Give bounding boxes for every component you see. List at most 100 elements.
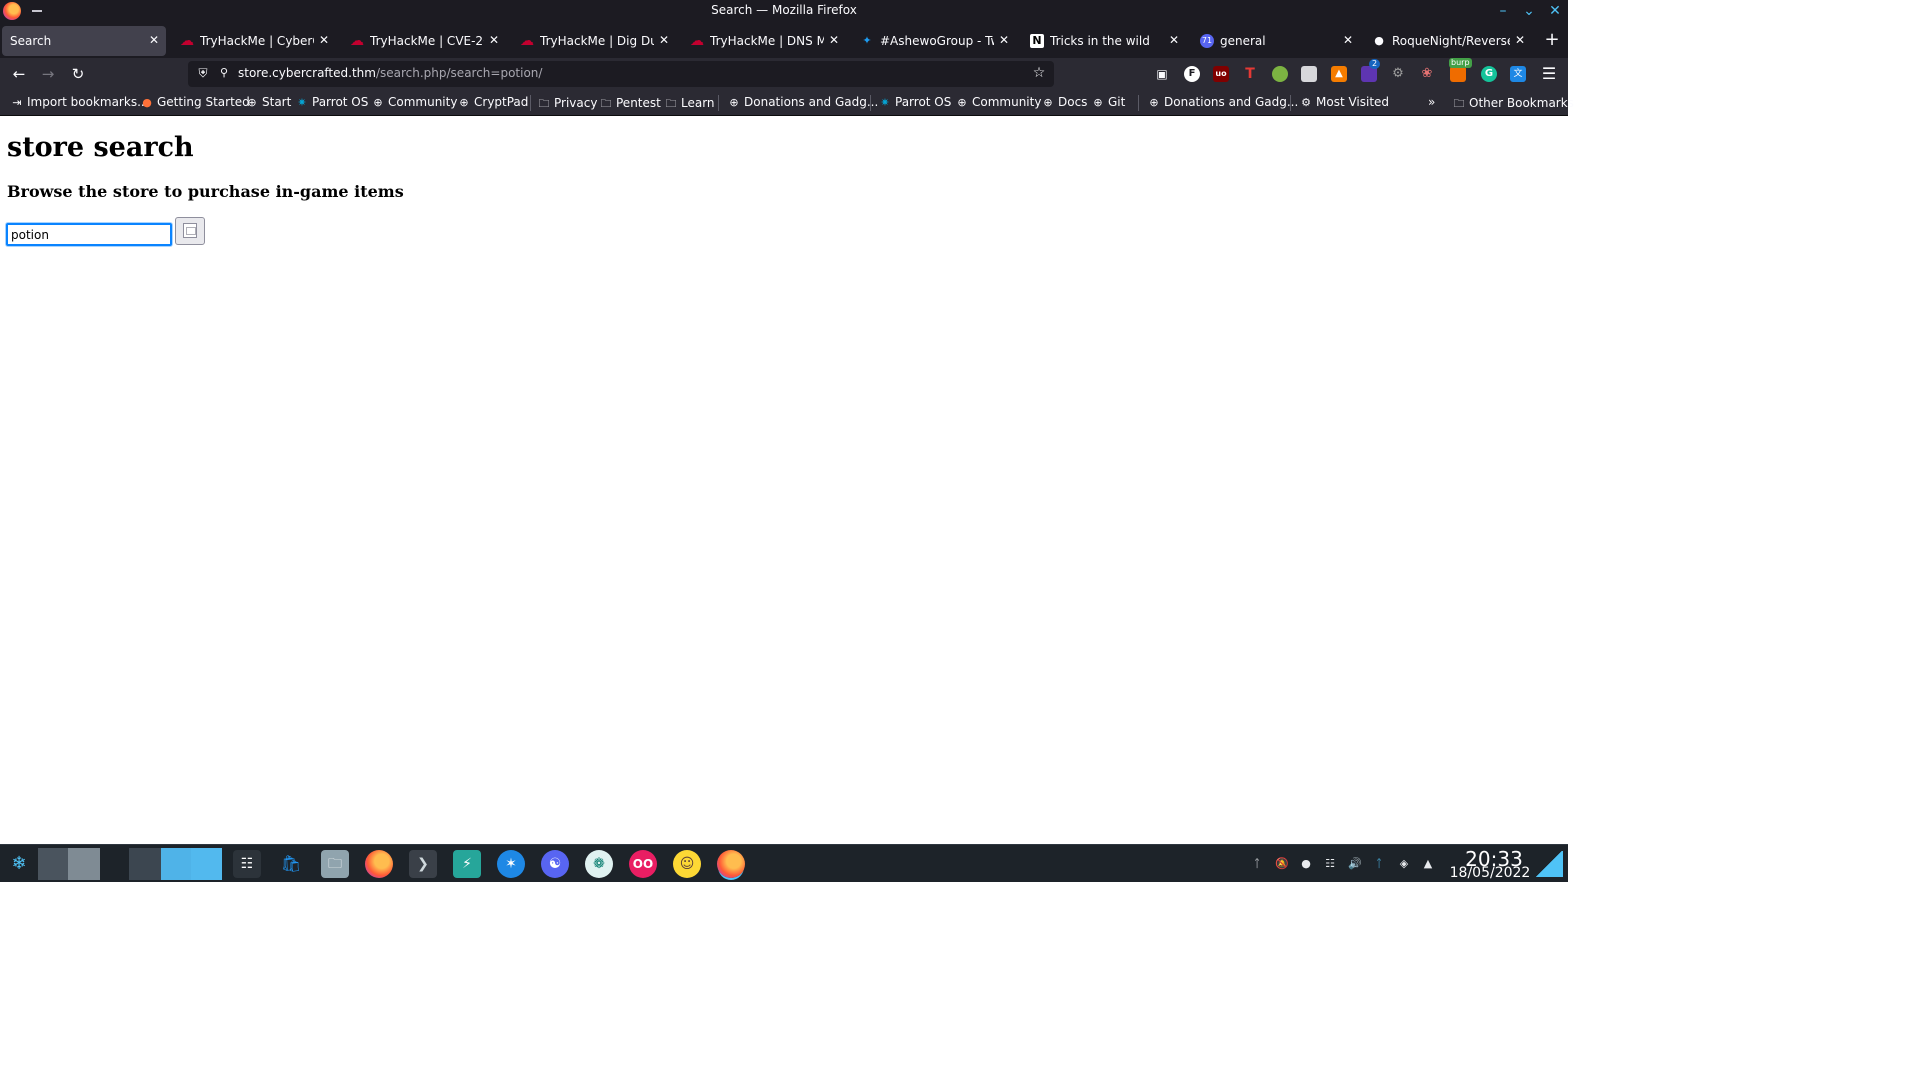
- maximize-window-icon[interactable]: ⌄: [1520, 2, 1538, 20]
- url-text[interactable]: store.cybercrafted.thm/search.php/search…: [238, 66, 542, 80]
- app-launcher-icon[interactable]: ❄: [5, 850, 33, 878]
- tab-github[interactable]: ● RoqueNight/Reverse-Sh ✕: [1364, 26, 1532, 56]
- volume-icon[interactable]: 🔊: [1347, 856, 1363, 872]
- bookmark-label: Git: [1108, 95, 1126, 109]
- software-store-icon[interactable]: 🛍: [277, 850, 305, 878]
- burp-icon[interactable]: burp: [1449, 58, 1472, 82]
- bookmark-donations-2[interactable]: ⊕ Donations and Gadg...: [1147, 95, 1298, 111]
- firefox-active-taskbar-icon[interactable]: [717, 850, 745, 878]
- bookmark-folder-learn[interactable]: 🗀 Learn: [664, 95, 715, 111]
- taskbar: ❄ ☷ 🛍 🗀 ❯ ⚡ ✶ ☯ ❁ OO ☺ ᛏ 🔕 ● ☷ 🔊 ᛏ ◈ ▲ 2…: [0, 844, 1568, 882]
- firefox-taskbar-icon[interactable]: [365, 850, 393, 878]
- desktop-3[interactable]: [129, 848, 161, 880]
- tab-twitter[interactable]: ✦ #AshewoGroup - Twitter ✕: [852, 26, 1016, 56]
- bookmark-cryptpad[interactable]: ⊕ CryptPad: [457, 95, 528, 111]
- bookmark-label: Parrot OS: [312, 95, 369, 109]
- tab-label: Tricks in the wild: [1050, 34, 1150, 48]
- tab-cve[interactable]: ☁ TryHackMe | CVE-2022-2 ✕: [342, 26, 506, 56]
- bookmark-import[interactable]: ⇥ Import bookmarks...: [10, 95, 148, 111]
- system-settings-icon[interactable]: ☷: [233, 850, 261, 878]
- bookmark-docs[interactable]: ⊕ Docs: [1041, 95, 1087, 111]
- close-tab-icon[interactable]: ✕: [996, 32, 1012, 48]
- puzzle-icon[interactable]: ⚙: [1390, 66, 1406, 82]
- url-bar[interactable]: ⛨ ⚲ store.cybercrafted.thm/search.php/se…: [188, 61, 1054, 87]
- bookmark-community-2[interactable]: ⊕ Community: [955, 95, 1041, 111]
- network-manager-icon[interactable]: ●: [1298, 856, 1314, 872]
- tab-tricks[interactable]: N Tricks in the wild ✕: [1022, 26, 1186, 56]
- media-player-icon[interactable]: OO: [629, 850, 657, 878]
- show-desktop-icon[interactable]: [1535, 851, 1563, 877]
- close-tab-icon[interactable]: ✕: [656, 32, 672, 48]
- site-info-icon[interactable]: ⚲: [218, 66, 230, 82]
- purple-extension-icon[interactable]: 2: [1361, 59, 1381, 82]
- close-window-icon[interactable]: ✕: [1546, 2, 1564, 20]
- tab-digdug[interactable]: ☁ TryHackMe | Dig Dug ✕: [512, 26, 676, 56]
- t-extension-icon[interactable]: T: [1242, 66, 1258, 82]
- discord-icon[interactable]: ☯: [541, 850, 569, 878]
- minimize-window-icon[interactable]: –: [1494, 2, 1512, 20]
- bluetooth-status-icon[interactable]: ᛏ: [1371, 856, 1387, 872]
- tab-cybercraft[interactable]: ☁ TryHackMe | CyberCraft ✕: [172, 26, 336, 56]
- desktop-4[interactable]: [161, 848, 191, 880]
- bookmark-parrot-os-2[interactable]: ✷ Parrot OS: [878, 95, 951, 111]
- bookmark-donations[interactable]: ⊕ Donations and Gadg...: [727, 95, 878, 111]
- green-dot-extension-icon[interactable]: [1272, 66, 1288, 82]
- close-tab-icon[interactable]: ✕: [1340, 32, 1356, 48]
- close-tab-icon[interactable]: ✕: [486, 32, 502, 48]
- desktop-2[interactable]: [68, 848, 100, 880]
- vpn-icon[interactable]: ❁: [585, 850, 613, 878]
- browser-icon[interactable]: ✶: [497, 850, 525, 878]
- window-title: Search — Mozilla Firefox: [711, 3, 857, 17]
- bookmark-parrot-os[interactable]: ✷ Parrot OS: [295, 95, 368, 111]
- close-tab-icon[interactable]: ✕: [316, 32, 332, 48]
- grammarly-icon[interactable]: G: [1481, 66, 1497, 82]
- paw-icon[interactable]: ❀: [1419, 66, 1435, 82]
- wifi-icon[interactable]: ◈: [1396, 856, 1412, 872]
- desktop-5[interactable]: [191, 848, 222, 880]
- emoji-icon[interactable]: ☺: [673, 850, 701, 878]
- notifications-icon[interactable]: 🔕: [1274, 856, 1290, 872]
- ublock-icon[interactable]: uo: [1213, 66, 1229, 82]
- bookmark-most-visited[interactable]: ⚙ Most Visited: [1299, 95, 1389, 111]
- bookmark-folder-pentest[interactable]: 🗀 Pentest: [599, 95, 661, 111]
- translate-icon[interactable]: 文: [1510, 66, 1526, 82]
- new-tab-button[interactable]: +: [1542, 30, 1562, 50]
- file-manager-icon[interactable]: 🗀: [321, 850, 349, 878]
- close-tab-icon[interactable]: ✕: [1166, 32, 1182, 48]
- search-input[interactable]: [6, 223, 172, 246]
- clock-date[interactable]: 18/05/2022: [1440, 865, 1540, 881]
- close-tab-icon[interactable]: ✕: [1512, 32, 1528, 48]
- clipboard-icon[interactable]: ☷: [1322, 856, 1338, 872]
- tryhackme-icon: ☁: [350, 33, 364, 49]
- bookmark-getting-started[interactable]: ● Getting Started: [140, 95, 250, 111]
- tray-expand-icon[interactable]: ▲: [1420, 856, 1436, 872]
- tab-dns[interactable]: ☁ TryHackMe | DNS Manip ✕: [682, 26, 846, 56]
- f-extension-icon[interactable]: F: [1184, 66, 1200, 82]
- tab-general[interactable]: 71 general ✕: [1192, 26, 1360, 56]
- bookmark-folder-privacy[interactable]: 🗀 Privacy: [537, 95, 598, 111]
- bookmarks-overflow-chevron-icon[interactable]: »: [1428, 95, 1435, 111]
- bookmark-git[interactable]: ⊕ Git: [1091, 95, 1125, 111]
- bluetooth-icon[interactable]: ᛏ: [1249, 856, 1265, 872]
- metamask-icon[interactable]: ▲: [1331, 66, 1347, 82]
- bookmark-star-icon[interactable]: ☆: [1030, 65, 1048, 83]
- bookmark-community[interactable]: ⊕ Community: [371, 95, 457, 111]
- reload-button[interactable]: ↻: [68, 64, 88, 84]
- search-submit-button[interactable]: [175, 217, 205, 245]
- forward-button[interactable]: →: [38, 64, 58, 84]
- bookmark-start[interactable]: ⊕ Start: [245, 95, 291, 111]
- tracking-shield-icon[interactable]: ⛨: [196, 66, 210, 82]
- pocket-icon[interactable]: ▣: [1154, 66, 1170, 82]
- tab-label: RoqueNight/Reverse-Sh: [1392, 34, 1510, 48]
- bookmark-label: Getting Started: [157, 95, 250, 109]
- close-tab-icon[interactable]: ✕: [826, 32, 842, 48]
- tab-search[interactable]: Search ✕: [2, 26, 166, 56]
- desktop-1[interactable]: [38, 848, 68, 880]
- bookmark-other-bookmarks[interactable]: 🗀 Other Bookmarks: [1452, 95, 1574, 111]
- terminal-icon[interactable]: ❯: [409, 850, 437, 878]
- back-button[interactable]: ←: [9, 64, 29, 84]
- close-tab-icon[interactable]: ✕: [146, 32, 162, 48]
- hamburger-menu-icon[interactable]: ☰: [1540, 64, 1558, 84]
- burp-suite-icon[interactable]: ⚡: [453, 850, 481, 878]
- gray-square-extension-icon[interactable]: [1301, 66, 1317, 82]
